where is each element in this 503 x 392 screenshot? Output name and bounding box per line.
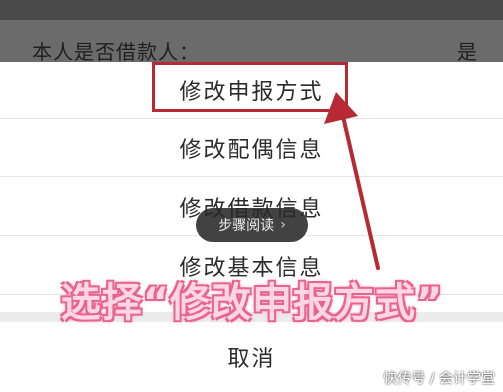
- watermark: 快传号 / 会计学堂: [383, 371, 495, 387]
- step-reading-toast[interactable]: 步骤阅读 ›: [196, 208, 308, 242]
- annotation-arrow: [324, 92, 380, 270]
- toast-label: 步骤阅读: [218, 218, 275, 234]
- annotation-caption: 选择“修改申报方式”: [60, 280, 444, 326]
- chevron-right-icon: ›: [280, 217, 286, 233]
